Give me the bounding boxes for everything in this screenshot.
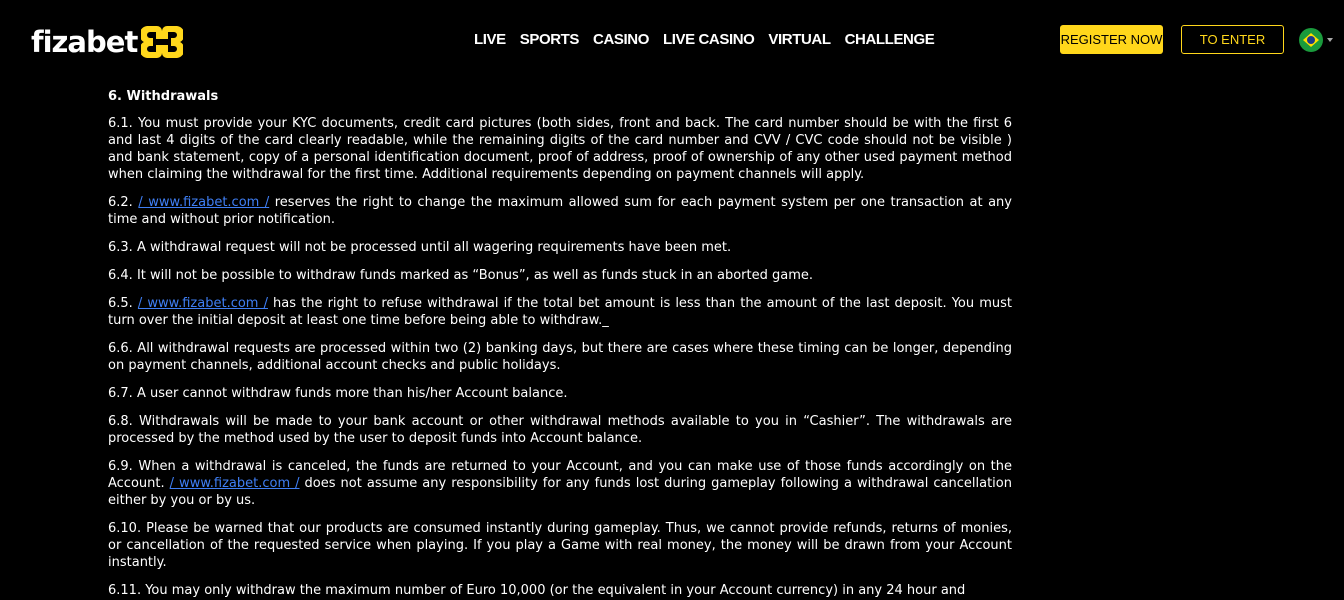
language-selector[interactable] bbox=[1299, 28, 1333, 52]
paragraph-6-8: 6.8. Withdrawals will be made to your ba… bbox=[108, 414, 1012, 446]
site-header: fizabet LIVE SPORTS CASINO LIVE CASINO V… bbox=[0, 0, 1344, 80]
fizabet-link[interactable]: / www.fizabet.com / bbox=[138, 296, 268, 311]
paragraph-6-9: 6.9. When a withdrawal is canceled, the … bbox=[108, 459, 1012, 508]
logo-text-bet: bet bbox=[86, 24, 138, 59]
paragraph-6-5: 6.5. / www.fizabet.com / has the right t… bbox=[108, 296, 1012, 328]
terms-content: 6. Withdrawals 6.1. You must provide you… bbox=[108, 88, 1012, 600]
logo-text-fiza: fiza bbox=[31, 24, 87, 59]
paragraph-6-4: 6.4. It will not be possible to withdraw… bbox=[108, 268, 814, 283]
main-nav: LIVE SPORTS CASINO LIVE CASINO VIRTUAL C… bbox=[474, 31, 948, 49]
nav-live-casino[interactable]: LIVE CASINO bbox=[663, 31, 755, 49]
paragraph-6-11: 6.11. You may only withdraw the maximum … bbox=[108, 583, 966, 598]
logo-wordmark: fizabet bbox=[31, 24, 138, 59]
paragraph-6-7: 6.7. A user cannot withdraw funds more t… bbox=[108, 386, 568, 401]
chevron-down-icon bbox=[1327, 38, 1333, 42]
nav-casino[interactable]: CASINO bbox=[593, 31, 649, 49]
paragraph-6-3: 6.3. A withdrawal request will not be pr… bbox=[108, 240, 732, 255]
brazil-flag-icon bbox=[1299, 28, 1323, 52]
section-title: 6. Withdrawals bbox=[108, 89, 219, 104]
login-button[interactable]: TO ENTER bbox=[1181, 25, 1284, 54]
fizabet-logo-mark-icon bbox=[141, 26, 184, 58]
nav-challenge[interactable]: CHALLENGE bbox=[845, 31, 935, 49]
nav-live[interactable]: LIVE bbox=[474, 31, 506, 49]
nav-sports[interactable]: SPORTS bbox=[520, 31, 580, 49]
paragraph-6-2: 6.2. / www.fizabet.com / reserves the ri… bbox=[108, 195, 1012, 227]
paragraph-6-10: 6.10. Please be warned that our products… bbox=[108, 521, 1012, 570]
fizabet-logo[interactable]: fizabet bbox=[31, 22, 184, 62]
fizabet-link[interactable]: / www.fizabet.com / bbox=[170, 476, 300, 491]
fizabet-link[interactable]: / www.fizabet.com / bbox=[138, 195, 269, 210]
paragraph-6-6: 6.6. All withdrawal requests are process… bbox=[108, 341, 1012, 373]
paragraph-6-1: 6.1. You must provide your KYC documents… bbox=[108, 116, 1012, 182]
register-button[interactable]: REGISTER NOW bbox=[1060, 25, 1163, 54]
nav-virtual[interactable]: VIRTUAL bbox=[768, 31, 831, 49]
